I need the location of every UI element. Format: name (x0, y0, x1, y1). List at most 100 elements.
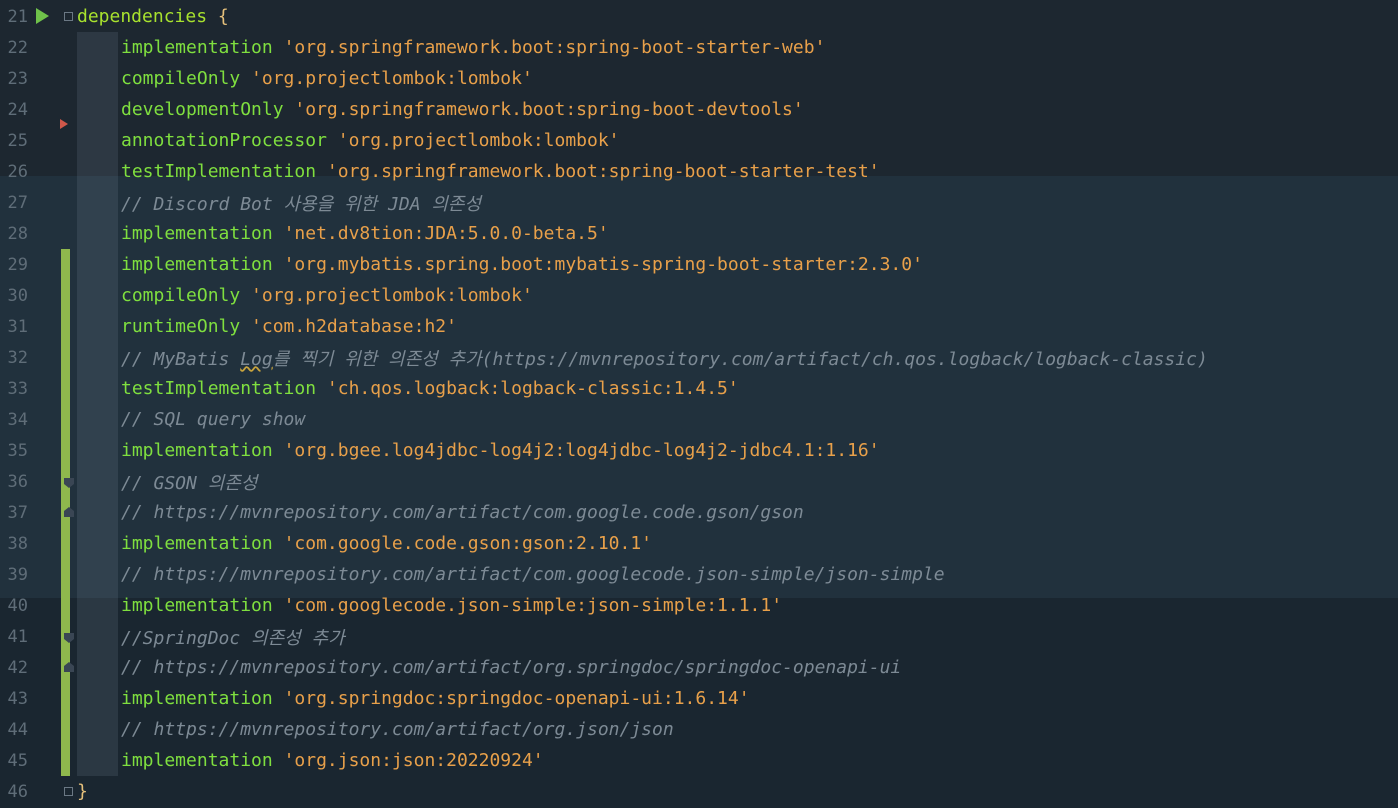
code-text[interactable]: // GSON 의존성 (121, 469, 257, 495)
code-token: // (121, 564, 154, 585)
code-line[interactable]: 26 testImplementation 'org.springframewor… (0, 156, 1398, 187)
code-token: testImplementation (121, 378, 327, 399)
code-text[interactable]: //SpringDoc 의존성 추가 (121, 624, 345, 650)
code-line[interactable]: 30 compileOnly 'org.projectlombok:lombok' (0, 280, 1398, 311)
code-text[interactable]: implementation 'com.googlecode.json-simp… (121, 595, 782, 616)
code-line[interactable]: 33 testImplementation 'ch.qos.logback:log… (0, 373, 1398, 404)
comment-link[interactable]: https://mvnrepository.com/artifact/org.s… (154, 657, 902, 678)
code-text[interactable]: // https://mvnrepository.com/artifact/or… (121, 657, 901, 678)
code-token: implementation (121, 533, 284, 554)
code-token: implementation (121, 440, 284, 461)
code-token: developmentOnly (121, 99, 295, 120)
comment-link[interactable]: https://mvnrepository.com/artifact/com.g… (154, 564, 945, 585)
code-text[interactable]: implementation 'com.google.code.gson:gso… (121, 533, 652, 554)
code-editor[interactable]: 21 dependencies { 22 implementation 'org.sp… (0, 0, 1398, 808)
code-text[interactable]: } (77, 781, 88, 802)
code-line[interactable]: 42 // https://mvnrepository.com/artifact/… (0, 652, 1398, 683)
line-number[interactable]: 39 (0, 565, 28, 585)
code-token: 'org.json:json:20220924' (283, 750, 544, 771)
comment-link[interactable]: https://mvnrepository.com/artifact/com.g… (154, 502, 804, 523)
code-token: //SpringDoc 의존성 추가 (121, 627, 345, 649)
code-token: 'com.google.code.gson:gson:2.10.1' (283, 533, 653, 554)
code-text[interactable]: implementation 'org.springdoc:springdoc-… (121, 688, 750, 709)
code-line[interactable]: 25 annotationProcessor 'org.projectlombok… (0, 125, 1398, 156)
code-line[interactable]: 34 // SQL query show (0, 404, 1398, 435)
code-line[interactable]: 36 // GSON 의존성 (0, 466, 1398, 497)
line-number[interactable]: 28 (0, 224, 28, 244)
code-text[interactable]: // MyBatis Log를 찍기 위한 의존성 추가(https://mvn… (121, 345, 1208, 371)
line-number[interactable]: 27 (0, 193, 28, 213)
code-token: compileOnly (121, 285, 252, 306)
code-token: // MyBatis (121, 348, 241, 370)
code-line[interactable]: 23 compileOnly 'org.projectlombok:lombok' (0, 63, 1398, 94)
code-line[interactable]: 21 dependencies { (0, 1, 1398, 32)
line-number[interactable]: 22 (0, 38, 28, 58)
code-line[interactable]: 28 implementation 'net.dv8tion:JDA:5.0.0-… (0, 218, 1398, 249)
code-token: 'com.h2database:h2' (251, 316, 457, 337)
code-text[interactable]: implementation 'org.json:json:20220924' (121, 750, 544, 771)
code-text[interactable]: testImplementation 'ch.qos.logback:logba… (121, 378, 739, 399)
code-line[interactable]: 27 // Discord Bot 사용을 위한 JDA 의존성 (0, 187, 1398, 218)
line-number[interactable]: 29 (0, 255, 28, 275)
code-line[interactable]: 43 implementation 'org.springdoc:springdo… (0, 683, 1398, 714)
code-text[interactable]: testImplementation 'org.springframework.… (121, 161, 880, 182)
code-text[interactable]: runtimeOnly 'com.h2database:h2' (121, 316, 457, 337)
line-number[interactable]: 26 (0, 162, 28, 182)
code-token: { (217, 6, 229, 27)
line-number[interactable]: 45 (0, 751, 28, 771)
code-line[interactable]: 31 runtimeOnly 'com.h2database:h2' (0, 311, 1398, 342)
comment-link[interactable]: https://mvnrepository.com/artifact/ch.qo… (493, 349, 1197, 370)
line-number[interactable]: 23 (0, 69, 28, 89)
line-number[interactable]: 40 (0, 596, 28, 616)
line-number[interactable]: 31 (0, 317, 28, 337)
code-line[interactable]: 32 // MyBatis Log를 찍기 위한 의존성 추가(https://m… (0, 342, 1398, 373)
line-number[interactable]: 32 (0, 348, 28, 368)
code-line[interactable]: 46} (0, 776, 1398, 807)
code-token: // GSON 의존성 (121, 472, 258, 494)
code-text[interactable]: // https://mvnrepository.com/artifact/co… (121, 564, 945, 585)
line-number[interactable]: 44 (0, 720, 28, 740)
line-number[interactable]: 33 (0, 379, 28, 399)
line-number[interactable]: 37 (0, 503, 28, 523)
line-number[interactable]: 46 (0, 782, 28, 802)
code-line[interactable]: 35 implementation 'org.bgee.log4jdbc-log4… (0, 435, 1398, 466)
code-text[interactable]: // SQL query show (121, 409, 305, 430)
code-text[interactable]: implementation 'org.springframework.boot… (121, 37, 825, 58)
code-line[interactable]: 38 implementation 'com.google.code.gson:g… (0, 528, 1398, 559)
code-text[interactable]: implementation 'net.dv8tion:JDA:5.0.0-be… (121, 223, 609, 244)
code-text[interactable]: // Discord Bot 사용을 위한 JDA 의존성 (121, 190, 481, 216)
code-text[interactable]: implementation 'org.mybatis.spring.boot:… (121, 254, 923, 275)
line-number[interactable]: 43 (0, 689, 28, 709)
code-text[interactable]: compileOnly 'org.projectlombok:lombok' (121, 68, 533, 89)
line-number[interactable]: 30 (0, 286, 28, 306)
code-line[interactable]: 41 //SpringDoc 의존성 추가 (0, 621, 1398, 652)
line-number[interactable]: 21 (0, 7, 28, 27)
code-text[interactable]: developmentOnly 'org.springframework.boo… (121, 99, 804, 120)
code-text[interactable]: dependencies { (77, 6, 229, 27)
code-text[interactable]: compileOnly 'org.projectlombok:lombok' (121, 285, 533, 306)
line-number[interactable]: 24 (0, 100, 28, 120)
line-number[interactable]: 35 (0, 441, 28, 461)
code-token: testImplementation (121, 161, 327, 182)
code-line[interactable]: 24 developmentOnly 'org.springframework.b… (0, 94, 1398, 125)
code-text[interactable]: annotationProcessor 'org.projectlombok:l… (121, 130, 620, 151)
line-number[interactable]: 38 (0, 534, 28, 554)
code-line[interactable]: 37 // https://mvnrepository.com/artifact/… (0, 497, 1398, 528)
code-line[interactable]: 39 // https://mvnrepository.com/artifact/… (0, 559, 1398, 590)
line-number[interactable]: 41 (0, 627, 28, 647)
code-token: 'org.bgee.log4jdbc-log4j2:log4jdbc-log4j… (283, 440, 880, 461)
code-text[interactable]: // https://mvnrepository.com/artifact/or… (121, 719, 674, 740)
code-line[interactable]: 45 implementation 'org.json:json:20220924… (0, 745, 1398, 776)
code-text[interactable]: implementation 'org.bgee.log4jdbc-log4j2… (121, 440, 880, 461)
code-text[interactable]: // https://mvnrepository.com/artifact/co… (121, 502, 804, 523)
line-number[interactable]: 36 (0, 472, 28, 492)
line-number[interactable]: 25 (0, 131, 28, 151)
code-line[interactable]: 40 implementation 'com.googlecode.json-si… (0, 590, 1398, 621)
comment-link[interactable]: https://mvnrepository.com/artifact/org.j… (154, 719, 674, 740)
code-line[interactable]: 44 // https://mvnrepository.com/artifact/… (0, 714, 1398, 745)
code-token: // (121, 719, 154, 740)
code-line[interactable]: 29 implementation 'org.mybatis.spring.boo… (0, 249, 1398, 280)
code-line[interactable]: 22 implementation 'org.springframework.bo… (0, 32, 1398, 63)
line-number[interactable]: 34 (0, 410, 28, 430)
line-number[interactable]: 42 (0, 658, 28, 678)
